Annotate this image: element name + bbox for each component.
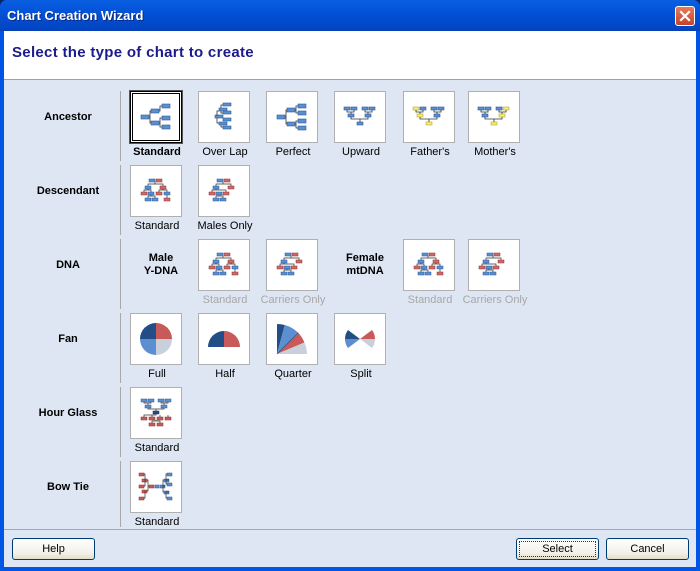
cancel-button[interactable]: Cancel	[606, 538, 689, 560]
dna-male-label-line1: Male	[148, 252, 174, 264]
tile[interactable]	[403, 239, 455, 291]
row-label-dna: DNA	[56, 259, 80, 271]
tile[interactable]	[198, 165, 250, 217]
fan-quarter-icon	[276, 323, 307, 355]
tile[interactable]	[334, 91, 386, 143]
tile[interactable]	[403, 91, 455, 143]
chart-option-label: Carriers Only	[260, 294, 326, 306]
row-label-fan: Fan	[58, 333, 78, 345]
dialog-body: Select the type of chart to create Ances…	[4, 31, 696, 567]
hourglass-standard-icon	[140, 398, 172, 427]
tile[interactable]	[130, 461, 182, 513]
dna-male-label-line2: Y-DNA	[143, 265, 179, 277]
tile[interactable]	[198, 239, 250, 291]
chart-option-label: Carriers Only	[462, 294, 528, 306]
dna-female-label-line2: mtDNA	[346, 265, 384, 277]
row-dna: DNA Male Y-DNA Standard Carriers Only Fe…	[4, 239, 696, 311]
tile[interactable]	[130, 165, 182, 217]
ancestor-fathers-icon	[412, 106, 445, 126]
row-bowtie: Bow Tie Standard	[4, 461, 696, 533]
divider	[120, 239, 121, 309]
row-fan: Fan Full Half Quarter Split	[4, 313, 696, 385]
chart-option-label: Mother's	[474, 146, 516, 158]
ancestor-standard-icon	[140, 103, 171, 130]
ancestor-upward-icon	[343, 106, 376, 126]
row-ancestor: Ancestor Standard Over Lap Perfect Upwar…	[4, 90, 696, 163]
tile[interactable]	[468, 239, 520, 291]
row-descendant: Descendant Standard Males Only	[4, 165, 696, 237]
tile[interactable]	[130, 313, 182, 365]
ancestor-perfect-icon	[276, 103, 307, 131]
dna-female-label: Female mtDNA	[335, 252, 395, 278]
row-label-bowtie: Bow Tie	[47, 481, 89, 493]
header-panel: Select the type of chart to create	[4, 31, 696, 80]
dna-male-label: Male Y-DNA	[131, 252, 191, 278]
dna-male-carriers-icon	[276, 252, 303, 276]
row-label-descendant: Descendant	[36, 185, 100, 197]
footer-divider	[4, 529, 696, 530]
help-button[interactable]: Help	[12, 538, 95, 560]
dialog-window: Chart Creation Wizard Select the type of…	[0, 0, 700, 571]
tile[interactable]	[468, 91, 520, 143]
tile[interactable]	[334, 313, 386, 365]
close-icon	[679, 10, 691, 22]
dna-male-standard-icon	[208, 252, 239, 276]
fan-full-icon	[140, 323, 172, 355]
ancestor-overlap-icon	[214, 102, 232, 130]
chart-option-label: Standard	[134, 516, 180, 528]
close-button[interactable]	[675, 6, 695, 26]
title-bar[interactable]: Chart Creation Wizard	[0, 0, 700, 31]
chart-option-label: Split	[350, 368, 372, 380]
chart-option-label: Males Only	[197, 220, 253, 232]
page-title: Select the type of chart to create	[12, 44, 254, 61]
row-hourglass: Hour Glass Standard	[4, 387, 696, 459]
dna-female-standard-icon	[413, 252, 444, 276]
fan-split-icon	[345, 330, 375, 348]
dna-female-carriers-icon	[478, 252, 505, 276]
row-label-ancestor: Ancestor	[44, 111, 92, 123]
window-title: Chart Creation Wizard	[7, 8, 144, 23]
chart-option-label: Standard	[134, 442, 180, 454]
tile[interactable]	[129, 90, 183, 144]
bowtie-standard-icon	[138, 472, 173, 501]
tile[interactable]	[198, 91, 250, 143]
tile[interactable]	[198, 313, 250, 365]
row-label-hourglass: Hour Glass	[38, 407, 98, 419]
descendant-males-only-icon	[208, 178, 235, 202]
dna-female-label-line1: Female	[346, 252, 384, 264]
select-button[interactable]: Select	[516, 538, 599, 560]
descendant-standard-icon	[140, 178, 171, 202]
tile[interactable]	[266, 313, 318, 365]
tile[interactable]	[266, 239, 318, 291]
tile[interactable]	[266, 91, 318, 143]
fan-half-icon	[208, 331, 240, 347]
tile[interactable]	[130, 387, 182, 439]
ancestor-mothers-icon	[477, 106, 510, 126]
